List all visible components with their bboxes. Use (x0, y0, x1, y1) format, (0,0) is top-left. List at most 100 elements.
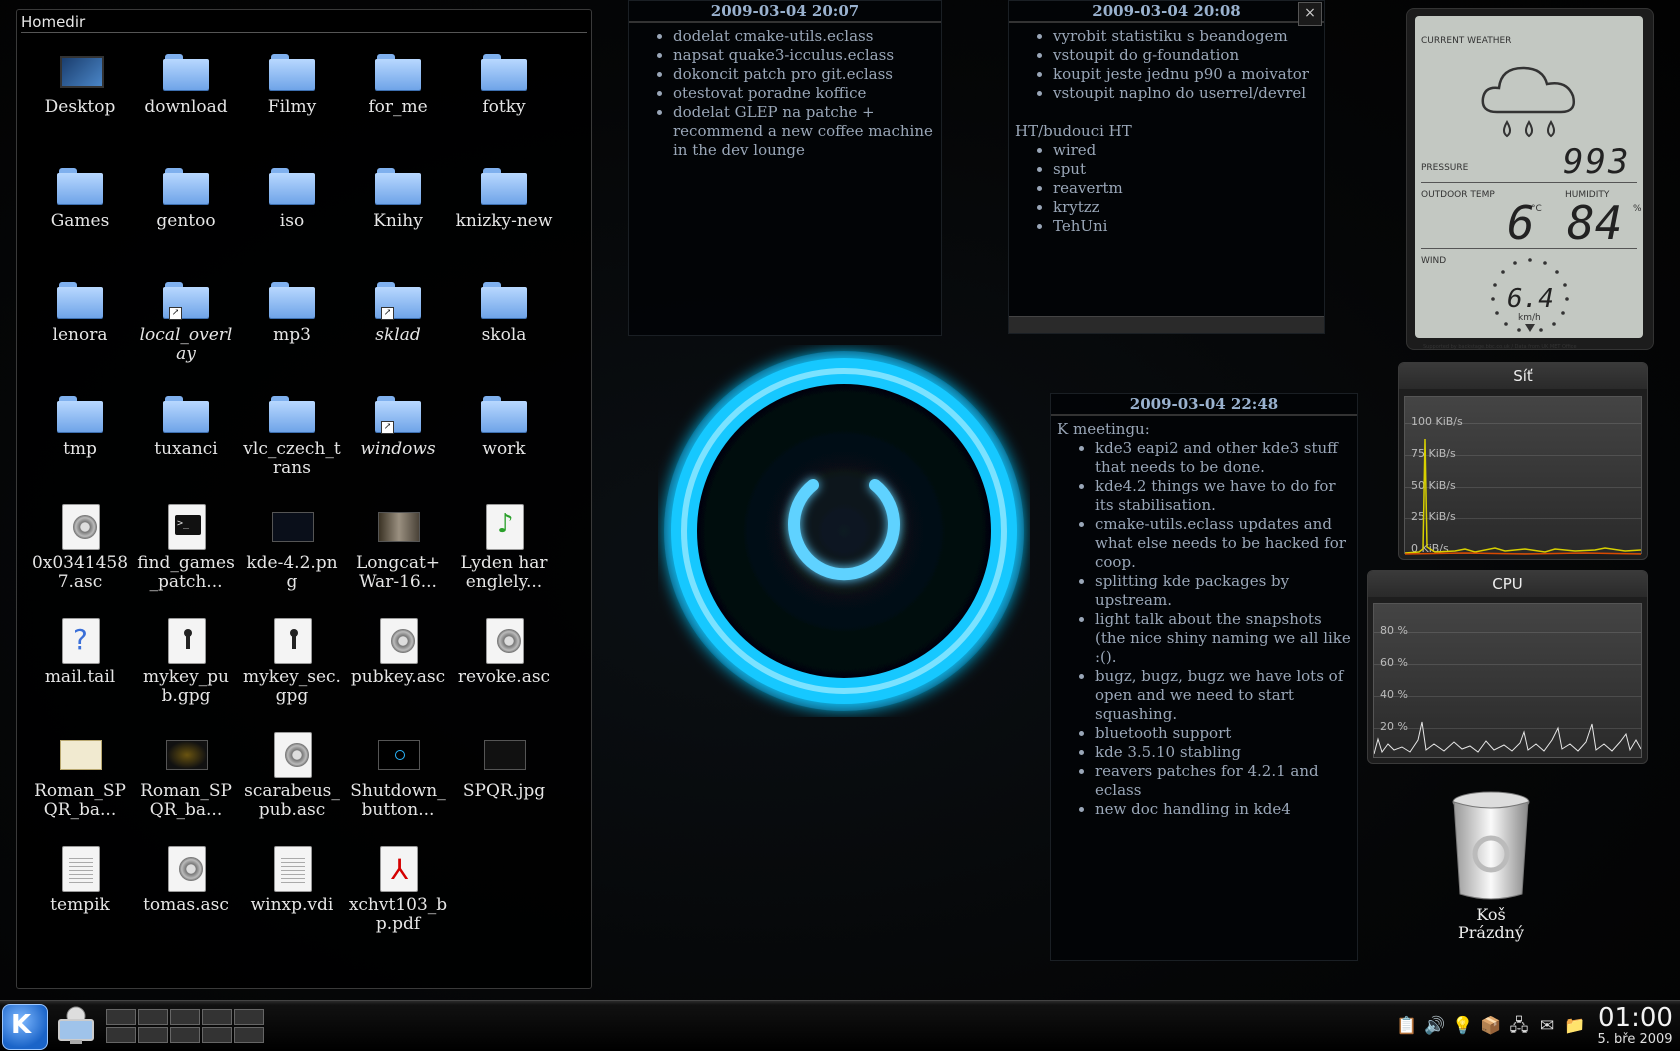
file-item[interactable]: fotky (451, 48, 557, 162)
file-item[interactable]: Roman_SPQR_ba... (133, 732, 239, 846)
file-item[interactable]: mykey_pub.gpg (133, 618, 239, 732)
desktop-monitor-icon[interactable] (56, 1006, 96, 1046)
folderview-homedir[interactable]: Homedir Desktop download Filmy for_me fotky G… (16, 9, 592, 989)
file-item[interactable]: Games (27, 162, 133, 276)
file-item[interactable]: ↗ local_overlay (133, 276, 239, 390)
note-list-item: reavertm (1053, 179, 1318, 198)
file-item[interactable]: ↗ sklad (345, 276, 451, 390)
note-widget-3[interactable]: 2009-03-04 22:48 K meetingu: kde3 eapi2 … (1050, 393, 1358, 961)
file-item[interactable]: Longcat+War-16... (345, 504, 451, 618)
folder-icon (269, 54, 315, 90)
note-date: 2009-03-04 22:48 (1051, 394, 1357, 416)
file-item[interactable]: skola (451, 276, 557, 390)
weather-widget[interactable]: CURRENT WEATHER PRESSURE 993 OUTDOOR TEM… (1406, 8, 1654, 350)
pager-desktop[interactable] (202, 1009, 232, 1025)
file-item[interactable]: Knihy (345, 162, 451, 276)
pager-desktop[interactable] (106, 1027, 136, 1043)
file-item[interactable]: kde-4.2.png (239, 504, 345, 618)
file-item[interactable]: ↗ windows (345, 390, 451, 504)
pager-desktop[interactable] (138, 1009, 168, 1025)
file-item[interactable]: work (451, 390, 557, 504)
wind-label: WIND (1421, 256, 1447, 266)
pager-desktop[interactable] (170, 1027, 200, 1043)
file-item[interactable]: vlc_czech_trans (239, 390, 345, 504)
kickoff-menu-button[interactable]: K (2, 1004, 48, 1050)
file-item[interactable]: scarabeus_pub.asc (239, 732, 345, 846)
file-item[interactable]: pubkey.asc (345, 618, 451, 732)
folder-icon (481, 396, 527, 432)
note-list-item: bluetooth support (1095, 724, 1351, 743)
note-content[interactable]: K meetingu: kde3 eapi2 and other kde3 st… (1051, 416, 1357, 823)
file-item[interactable]: mykey_sec.gpg (239, 618, 345, 732)
file-label: Desktop (44, 97, 116, 117)
file-item[interactable]: tuxanci (133, 390, 239, 504)
file-item[interactable]: lenora (27, 276, 133, 390)
note-date: 2009-03-04 20:08 (1009, 1, 1324, 23)
file-icon-wrap (164, 732, 208, 776)
note-heading: K meetingu: (1057, 420, 1150, 438)
audio-file-icon: ♪ (486, 504, 524, 550)
note-resize-bar[interactable] (1009, 316, 1324, 333)
close-icon[interactable]: × (1298, 2, 1322, 26)
file-item[interactable]: gentoo (133, 162, 239, 276)
file-item[interactable]: tmp (27, 390, 133, 504)
file-item[interactable]: Desktop (27, 48, 133, 162)
file-icon-wrap (376, 732, 420, 776)
pager-desktop[interactable] (106, 1009, 136, 1025)
file-icon-wrap (481, 276, 527, 320)
folder-icon (375, 54, 421, 90)
file-icon-wrap (482, 618, 526, 664)
file-item[interactable]: 0x03414587.asc (27, 504, 133, 618)
note-widget-2[interactable]: 2009-03-04 20:08 × vyrobit statistiku s … (1008, 0, 1325, 334)
taskbar: K 📋 🔊 💡 📦 🖧 ✉ 📁 01:00 5. bře 2009 (0, 1000, 1680, 1051)
key-file-icon (168, 846, 206, 892)
file-item[interactable]: ♪ Lyden har englely... (451, 504, 557, 618)
note-widget-1[interactable]: 2009-03-04 20:07 dodelat cmake-utils.ecl… (628, 0, 942, 336)
update-icon[interactable]: 📁 (1564, 1015, 1586, 1037)
file-item[interactable]: SPQR.jpg (451, 732, 557, 846)
pager-desktop[interactable] (202, 1027, 232, 1043)
file-item[interactable]: >_ find_games_patch... (133, 504, 239, 618)
pager-desktop[interactable] (138, 1027, 168, 1043)
file-item[interactable]: ⅄ xchvt103_bp.pdf (345, 846, 451, 960)
file-item[interactable]: revoke.asc (451, 618, 557, 732)
key-file-icon (380, 618, 418, 664)
volume-icon[interactable]: 🔊 (1424, 1015, 1446, 1037)
note-list-item: dokoncit patch pro git.eclass (673, 65, 935, 84)
file-item[interactable]: knizky-new (451, 162, 557, 276)
file-item[interactable]: tempik (27, 846, 133, 960)
pager-desktop[interactable] (170, 1009, 200, 1025)
file-icon-wrap (376, 618, 420, 664)
file-item[interactable]: download (133, 48, 239, 162)
clock-date[interactable]: 5. bře 2009 (1590, 1032, 1680, 1047)
network-monitor[interactable]: Síť 100 KiB/s 75 KiB/s 50 KiB/s 25 KiB/s… (1398, 362, 1648, 560)
pager-desktop[interactable] (234, 1027, 264, 1043)
folder-icon (163, 54, 209, 90)
file-item[interactable]: ? mail.tail (27, 618, 133, 732)
clipboard-icon[interactable]: 📋 (1396, 1015, 1418, 1037)
file-item[interactable]: mp3 (239, 276, 345, 390)
virtual-desktop-pager[interactable] (106, 1009, 264, 1043)
note-list: vyrobit statistiku s beandogemvstoupit d… (1015, 27, 1318, 103)
network-icon[interactable]: 🖧 (1508, 1015, 1530, 1037)
power-button-wallpaper (658, 345, 1030, 717)
package-icon[interactable]: 📦 (1480, 1015, 1502, 1037)
file-item[interactable]: winxp.vdi (239, 846, 345, 960)
mail-icon[interactable]: ✉ (1536, 1015, 1558, 1037)
pager-desktop[interactable] (234, 1009, 264, 1025)
file-item[interactable]: for_me (345, 48, 451, 162)
folderview-title: Homedir (21, 13, 86, 31)
bulb-icon[interactable]: 💡 (1452, 1015, 1474, 1037)
note-content[interactable]: dodelat cmake-utils.eclassnapsat quake3-… (629, 23, 941, 164)
cpu-monitor[interactable]: CPU 80 % 60 % 40 % 20 % (1367, 570, 1648, 764)
weather-lcd: CURRENT WEATHER PRESSURE 993 OUTDOOR TEM… (1415, 16, 1643, 350)
script-file-icon: >_ (168, 504, 206, 550)
trash-widget[interactable]: Koš Prázdný (1446, 790, 1536, 942)
file-item[interactable]: iso (239, 162, 345, 276)
file-item[interactable]: Roman_SPQR_ba... (27, 732, 133, 846)
file-item[interactable]: tomas.asc (133, 846, 239, 960)
note-content[interactable]: vyrobit statistiku s beandogemvstoupit d… (1009, 23, 1324, 240)
file-item[interactable]: Filmy (239, 48, 345, 162)
file-item[interactable]: Shutdown_button... (345, 732, 451, 846)
clock-time[interactable]: 01:00 (1598, 1003, 1673, 1033)
